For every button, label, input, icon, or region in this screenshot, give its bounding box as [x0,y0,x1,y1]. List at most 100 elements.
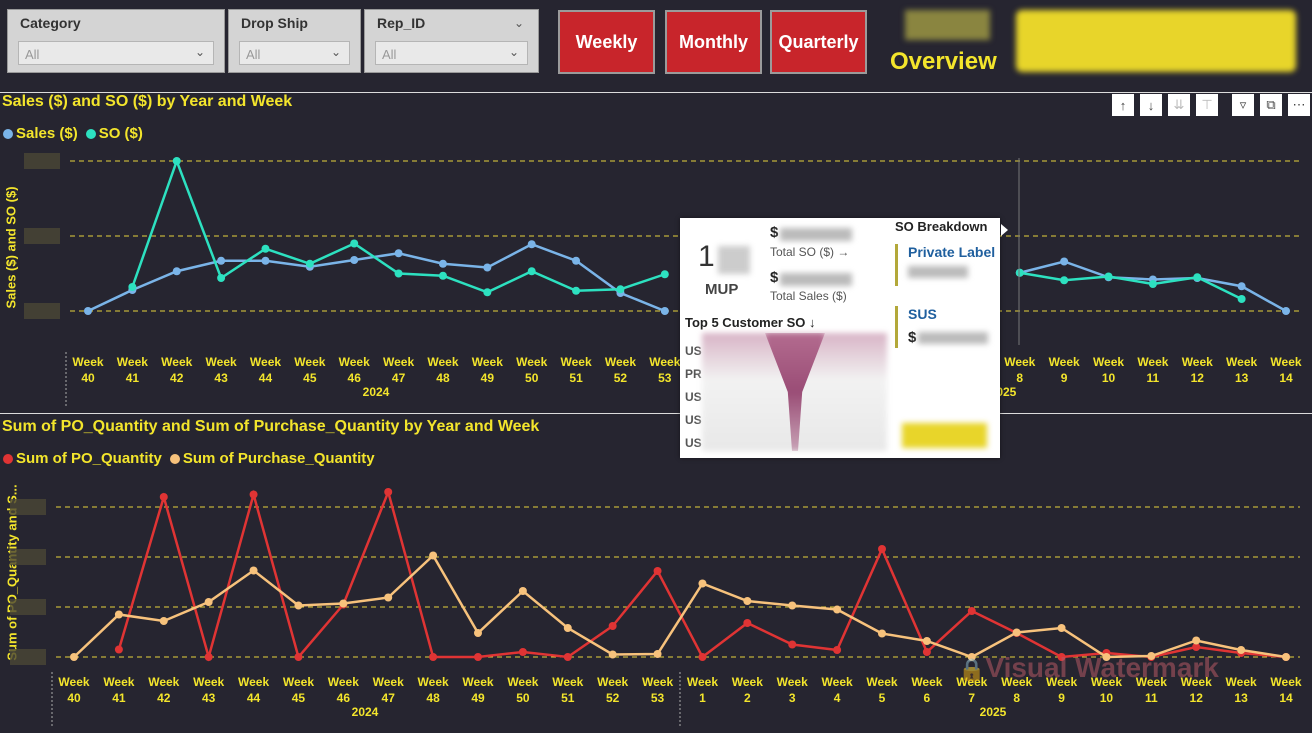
tooltip-customer-list: US PR US US US [685,340,702,455]
x-tick-label: Week [822,675,853,689]
data-point [922,648,931,656]
x-tick-label: Week [373,675,404,689]
x-tick-label: Week [1270,675,1301,689]
data-point [70,653,78,661]
top-chart-legend: Sales ($) SO ($) [3,125,151,142]
data-point [653,650,662,658]
data-point [1282,307,1290,315]
data-point [788,640,797,649]
x-tick-label: 47 [392,371,406,385]
category-slicer[interactable]: Category All ⌄ [7,9,225,73]
quarterly-button[interactable]: Quarterly [770,10,867,74]
data-point [1192,636,1201,645]
x-tick-label: 53 [658,371,672,385]
data-point [922,637,931,645]
data-point [1015,268,1024,277]
x-tick-label: Week [561,355,592,369]
data-point [698,653,707,661]
divider [0,413,1312,414]
drill-down-icon[interactable]: ↓ [1140,94,1162,116]
data-point [429,653,438,661]
data-point [159,617,168,625]
data-point [1104,272,1113,281]
data-point [833,605,842,614]
chevron-down-icon[interactable]: ⌄ [509,45,519,59]
data-point [350,239,359,248]
x-tick-label: 47 [382,691,396,705]
chevron-down-icon[interactable]: ⌄ [331,45,341,59]
drill-up-icon[interactable]: ↑ [1112,94,1134,116]
data-point [249,566,258,575]
legend-label-so: SO ($) [98,125,143,142]
legend-item-purchase-quantity[interactable]: Sum of Purchase_Quantity [169,450,375,467]
x-tick-label: Week [516,355,547,369]
redacted-logo [905,10,990,40]
monthly-button[interactable]: Monthly [665,10,762,74]
x-tick-label: 6 [924,691,931,705]
data-point [1057,624,1066,632]
weekly-button[interactable]: Weekly [558,10,655,74]
x-tick-label: Week [1226,675,1257,689]
data-point [1060,257,1069,266]
lock-icon: 🔒 [958,657,986,682]
tooltip-total-so-label: Total SO ($) → [770,245,850,259]
redacted-y-tick [10,599,46,615]
data-point [128,283,137,291]
data-point [172,267,181,276]
x-tick-label: 8 [1016,371,1023,385]
x-tick-label: 11 [1145,691,1158,705]
series-line [1019,271,1243,301]
rep-id-slicer-title: Rep_ID [377,15,426,31]
category-dropdown[interactable]: All ⌄ [18,41,214,65]
x-tick-label: 41 [112,691,126,705]
rep-id-slicer[interactable]: Rep_ID ⌄ All ⌄ [364,9,539,73]
focus-mode-icon[interactable]: ⧉ [1260,94,1282,116]
redacted-value [908,266,968,278]
x-tick-label: 41 [126,371,140,385]
filter-icon[interactable]: ▿ [1232,94,1254,116]
legend-item-so[interactable]: SO ($) [85,125,143,142]
x-tick-label: 42 [170,371,184,385]
data-point [743,619,752,627]
redacted-y-tick [24,153,60,169]
x-tick-label: 53 [651,691,665,705]
x-tick-label: Week [193,675,224,689]
expand-next-level-icon[interactable]: ⇊ [1168,94,1190,116]
chevron-down-icon[interactable]: ⌄ [195,45,205,59]
data-point [967,607,976,615]
tooltip-sus-label: SUS [908,306,937,322]
data-point [84,307,92,315]
x-tick-label: Week [283,675,314,689]
x-tick-label: Week [294,355,325,369]
legend-item-po-quantity[interactable]: Sum of PO_Quantity [3,450,162,467]
more-options-icon[interactable]: ⋯ [1288,94,1310,116]
legend-item-sales[interactable]: Sales ($) [3,125,78,142]
redacted-y-tick [24,228,60,244]
year-label: 2025 [980,705,1007,719]
expand-hierarchy-icon[interactable]: ⊤ [1196,94,1218,116]
chevron-down-icon[interactable]: ⌄ [514,16,524,30]
drop-ship-dropdown[interactable]: All ⌄ [239,41,350,65]
series-line [87,242,666,313]
drop-ship-slicer[interactable]: Drop Ship All ⌄ [228,9,361,73]
overview-label: Overview [890,48,997,75]
tooltip-arrow-icon [1001,224,1008,236]
x-tick-label: Week [117,355,148,369]
bottom-chart-legend: Sum of PO_Quantity Sum of Purchase_Quant… [3,450,383,467]
top-chart-title: Sales ($) and SO ($) by Year and Week [2,93,293,110]
x-tick-label: Week [148,675,179,689]
data-point [788,601,797,610]
rep-id-dropdown[interactable]: All ⌄ [375,41,528,65]
tooltip-so-breakdown-label: SO Breakdown [895,219,988,234]
data-point [1148,280,1157,288]
data-point [249,490,258,499]
data-point [384,488,393,496]
x-tick-label: Week [72,355,103,369]
customer-label: PR [685,367,702,381]
accent-bar [895,306,898,348]
x-tick-label: 13 [1234,691,1248,705]
data-point [261,244,270,253]
x-tick-label: 52 [614,371,628,385]
data-point [1237,282,1246,291]
x-tick-label: 46 [348,371,362,385]
